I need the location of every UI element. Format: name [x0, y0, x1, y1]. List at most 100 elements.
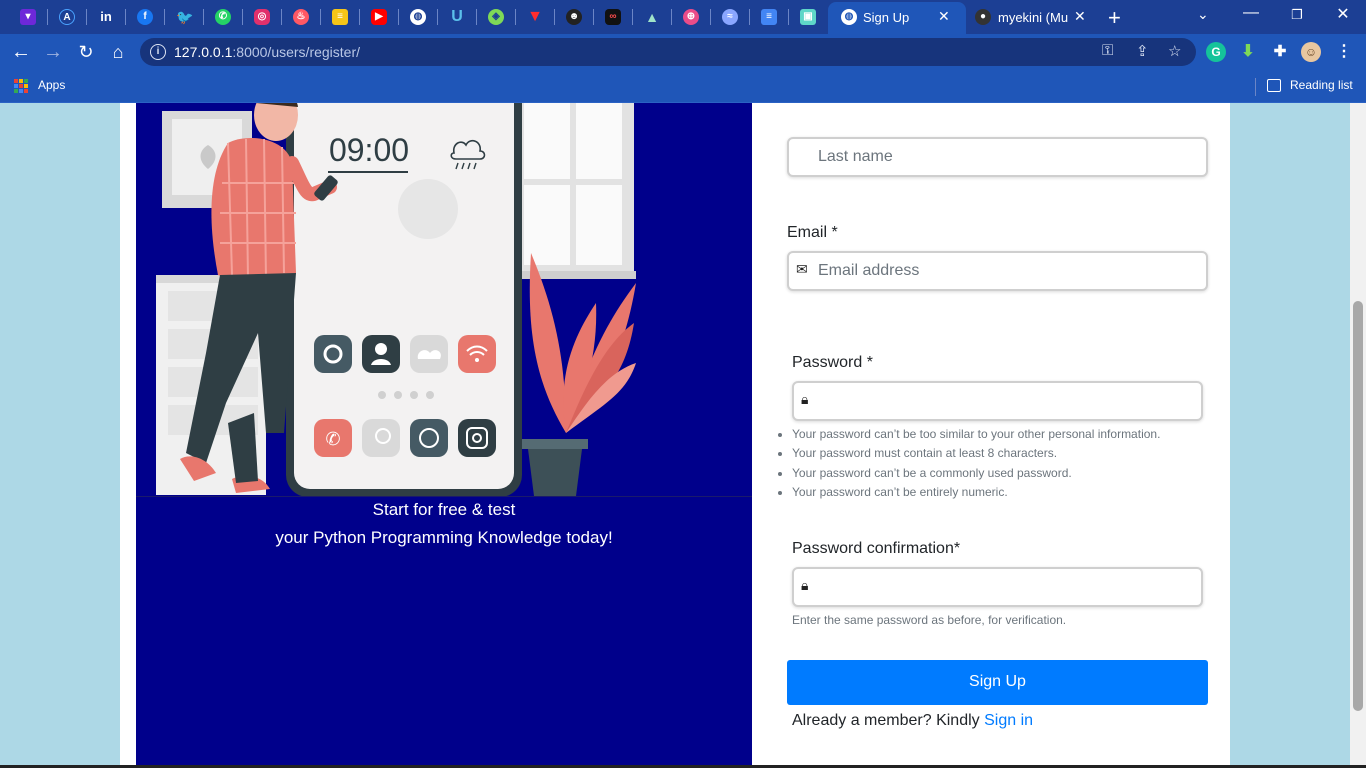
close-icon[interactable]: ✕	[1074, 8, 1086, 25]
page-viewport: 09:00 ✆ Start for free & test your Pytho…	[0, 103, 1350, 768]
new-tab-button[interactable]: +	[1108, 5, 1121, 31]
vercel-icon[interactable]: ▼	[524, 7, 546, 27]
password-help-item: Your password must contain at least 8 ch…	[792, 446, 1212, 465]
reading-list-icon[interactable]	[1267, 79, 1281, 92]
dribbble-icon[interactable]: ⊕	[680, 7, 702, 27]
tab-separator	[788, 9, 789, 25]
world-icon: ◍	[838, 7, 860, 27]
address-bar[interactable]: i 127.0.0.1:8000/users/register/ ⚿ ⇪ ☆	[140, 38, 1196, 66]
tab-separator	[710, 9, 711, 25]
lock-icon: 🔒︎	[801, 577, 809, 593]
signup-form: Last name Email * ✉ Email address Passwo…	[787, 103, 1212, 768]
tab-separator	[86, 9, 87, 25]
github-avatar-icon[interactable]: ☻	[563, 7, 585, 27]
lock-icon: 🔒︎	[801, 391, 809, 407]
hero-tagline-line2: your Python Programming Knowledge today!	[275, 528, 613, 547]
tab-separator	[203, 9, 204, 25]
tab-search-icon[interactable]: ⌄	[1197, 6, 1209, 23]
info-icon[interactable]: i	[150, 44, 166, 60]
world-icon[interactable]: ◍	[407, 7, 429, 27]
page-scrollbar[interactable]	[1350, 103, 1366, 768]
restore-button[interactable]: ❐	[1287, 7, 1307, 23]
tab-strip: ▾ A in f 🐦 ✆ ◎ ♨ ≡ ▶ ◍ U ◈ ▼ ☻ ∞ ▲ ⊕ ≈ ≡…	[0, 0, 1366, 34]
forward-button[interactable]: →	[41, 40, 65, 64]
tab-separator	[320, 9, 321, 25]
facebook-icon[interactable]: f	[134, 7, 156, 27]
tab-separator	[164, 9, 165, 25]
tinder-icon[interactable]: ♨	[290, 7, 312, 27]
svg-text:✆: ✆	[325, 429, 340, 450]
tab-separator	[125, 9, 126, 25]
url-text: 127.0.0.1:8000/users/register/	[174, 44, 361, 60]
back-button[interactable]: ←	[9, 40, 33, 64]
scrollbar-thumb[interactable]	[1353, 301, 1363, 711]
minimize-button[interactable]: —	[1241, 4, 1261, 22]
apps-bookmark[interactable]: Apps	[38, 78, 65, 92]
tab-separator	[554, 9, 555, 25]
bookmarks-bar: Apps Reading list	[0, 70, 1366, 103]
key-icon[interactable]: ⚿	[1102, 42, 1113, 59]
avatar[interactable]: ☺	[1301, 42, 1321, 62]
email-field[interactable]: ✉ Email address	[787, 251, 1208, 291]
tab-separator	[398, 9, 399, 25]
grammarly-icon[interactable]: G	[1206, 42, 1226, 62]
apps-icon[interactable]	[14, 79, 28, 93]
email-label: Email *	[787, 224, 838, 241]
menu-icon[interactable]: ⋮	[1334, 42, 1354, 62]
close-icon[interactable]: ✕	[938, 8, 950, 25]
reading-list-button[interactable]: Reading list	[1290, 78, 1353, 92]
colab-icon[interactable]: ∞	[602, 7, 624, 27]
reload-button[interactable]: ↻	[74, 40, 98, 64]
password-help-item: Your password can’t be too similar to yo…	[792, 427, 1212, 446]
image-icon[interactable]: ▣	[797, 7, 819, 27]
tab-separator	[476, 9, 477, 25]
tab-separator	[359, 9, 360, 25]
mountain-icon[interactable]: ▲	[641, 7, 663, 27]
password-label: Password *	[792, 354, 873, 371]
codepen-icon[interactable]: ◈	[485, 7, 507, 27]
download-icon[interactable]: ⬇	[1238, 42, 1258, 62]
youtube-icon[interactable]: ▶	[368, 7, 390, 27]
tab-separator	[515, 9, 516, 25]
tab-separator	[242, 9, 243, 25]
extensions-icon[interactable]: ✚	[1270, 42, 1290, 62]
password-confirm-field[interactable]: 🔒︎	[792, 567, 1203, 607]
tab-separator	[671, 9, 672, 25]
tab-separator	[593, 9, 594, 25]
star-icon[interactable]: ☆	[1168, 42, 1181, 60]
email-placeholder: Email address	[818, 262, 920, 279]
tab-title: Sign Up	[863, 10, 910, 25]
share-icon[interactable]: ⇪	[1136, 42, 1149, 60]
docs-icon[interactable]: ≡	[758, 7, 780, 27]
phone-illustration: 09:00 ✆	[136, 103, 752, 497]
password-field[interactable]: 🔒︎	[792, 381, 1203, 421]
password-confirm-label: Password confirmation*	[792, 540, 961, 557]
twitter-icon[interactable]: 🐦	[173, 7, 195, 27]
tab-sign-up[interactable]: ◍ Sign Up ✕	[828, 2, 966, 34]
tab-title: myekini (Muh	[998, 10, 1068, 25]
tab-separator	[281, 9, 282, 25]
tab-separator	[749, 9, 750, 25]
close-window-button[interactable]: ✕	[1333, 4, 1353, 24]
last-name-placeholder: Last name	[818, 148, 893, 165]
password-help-item: Your password can’t be a commonly used p…	[792, 466, 1212, 485]
last-name-field[interactable]: Last name	[787, 137, 1208, 177]
linkedin-icon[interactable]: in	[95, 7, 117, 27]
sign-up-button[interactable]: Sign Up	[787, 660, 1208, 705]
mail-icon[interactable]: ▾	[17, 7, 39, 27]
sign-in-link[interactable]: Sign in	[984, 712, 1033, 729]
globe-icon[interactable]: A	[56, 7, 78, 27]
tab-separator	[437, 9, 438, 25]
whatsapp-icon[interactable]: ✆	[212, 7, 234, 27]
notes-icon[interactable]: ≡	[329, 7, 351, 27]
home-button[interactable]: ⌂	[106, 40, 130, 64]
wave-icon[interactable]: ≈	[719, 7, 741, 27]
github-icon: ●	[972, 7, 994, 27]
hero-panel: 09:00 ✆ Start for free & test your Pytho…	[136, 103, 752, 765]
bookmark-separator	[1255, 78, 1256, 96]
upwork-icon[interactable]: U	[446, 7, 468, 27]
tab-github[interactable]: ● myekini (Muh ✕	[966, 2, 1096, 34]
password-help-item: Your password can’t be entirely numeric.	[792, 485, 1212, 504]
phone-clock: 09:00	[329, 132, 409, 168]
instagram-icon[interactable]: ◎	[251, 7, 273, 27]
